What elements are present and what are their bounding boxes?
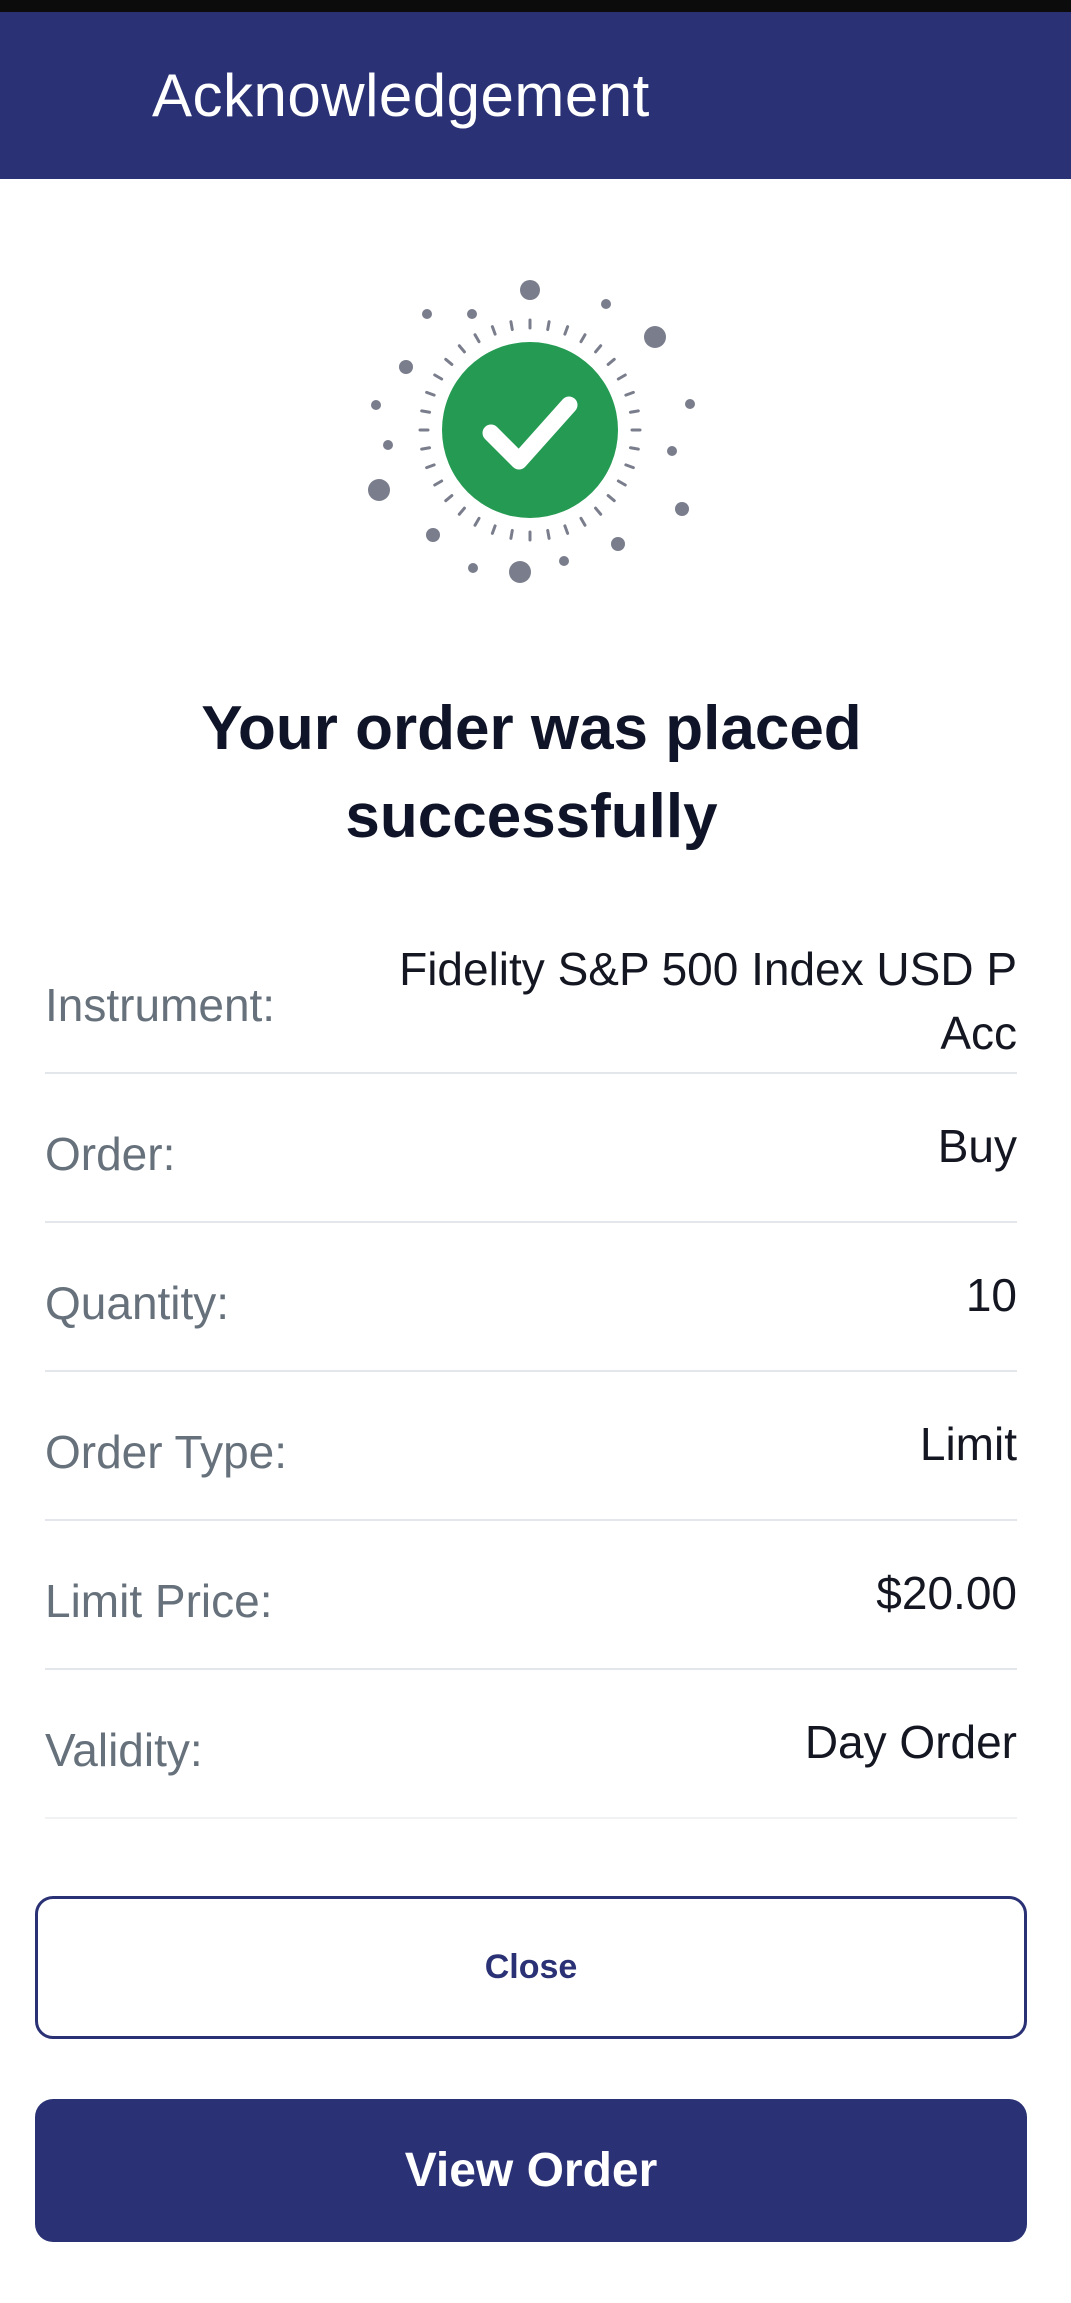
view-order-button[interactable]: View Order [35, 2099, 1027, 2242]
detail-value: Buy [937, 1120, 1017, 1172]
success-check-circle [442, 342, 618, 518]
detail-label: Limit Price: [45, 1575, 273, 1627]
detail-value: Day Order [804, 1716, 1017, 1768]
detail-label: Order Type: [45, 1426, 288, 1478]
page-title: Acknowledgement [152, 62, 650, 129]
detail-label: Quantity: [45, 1277, 230, 1329]
app-header: Acknowledgement [0, 12, 1071, 179]
detail-row-validity: Validity: Day Order [45, 1670, 1017, 1819]
detail-value: $20.00 [876, 1567, 1017, 1619]
order-details: Instrument: Fidelity S&P 500 Index USD P… [45, 925, 1017, 1819]
success-illustration [350, 265, 710, 595]
detail-row-limit-price: Limit Price: $20.00 [45, 1521, 1017, 1670]
detail-row-quantity: Quantity: 10 [45, 1223, 1017, 1372]
detail-label: Instrument: [45, 979, 276, 1031]
detail-value: Limit [919, 1418, 1017, 1470]
detail-row-instrument: Instrument: Fidelity S&P 500 Index USD P… [45, 925, 1017, 1074]
detail-label: Order: [45, 1128, 176, 1180]
detail-row-order-type: Order Type: Limit [45, 1372, 1017, 1521]
detail-label: Validity: [45, 1724, 203, 1776]
success-message: Your order was placed successfully [201, 694, 862, 851]
close-button[interactable]: Close [35, 1896, 1027, 2039]
detail-value: 10 [965, 1269, 1017, 1321]
detail-row-order: Order: Buy [45, 1074, 1017, 1223]
detail-value: Fidelity S&P 500 Index USD P Acc [399, 943, 1017, 1059]
confetti-icon [368, 280, 695, 583]
status-bar [0, 0, 1071, 12]
